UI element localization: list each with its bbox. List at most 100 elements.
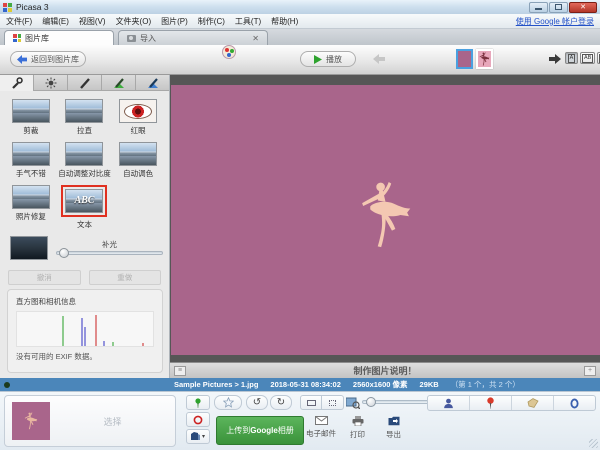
upload-label-prefix: 上传到 [226, 425, 250, 436]
nav-thumbnail-next[interactable] [476, 49, 493, 69]
status-bar: Sample Pictures > 1.jpg 2018-05-31 08:34… [0, 378, 600, 391]
close-button[interactable]: ✕ [569, 2, 597, 13]
histogram-plot [16, 311, 154, 347]
maximize-button[interactable] [549, 2, 568, 13]
palette-icon[interactable] [222, 45, 236, 59]
fill-light-row: 补光 [0, 230, 169, 260]
tool-auto-color[interactable]: 自动调色 [111, 142, 165, 179]
caption-bar[interactable]: ≡ 制作图片说明！ + [170, 362, 600, 378]
tab-effects[interactable] [68, 75, 102, 91]
ballerina-thumb-icon [479, 52, 490, 67]
tool-auto-color-label: 自动调色 [123, 168, 153, 179]
hold-button[interactable] [186, 395, 210, 410]
nav-thumbnail-strip [456, 49, 493, 69]
tab-library[interactable]: 图片库 [4, 30, 114, 45]
caption-placeholder[interactable]: 制作图片说明！ [190, 364, 580, 377]
menu-view[interactable]: 视图(V) [79, 16, 106, 27]
tray-thumbnail[interactable] [12, 402, 50, 440]
properties-button[interactable] [554, 396, 595, 410]
info-panel-buttons [427, 395, 596, 411]
histogram-spike [62, 316, 64, 346]
tool-straighten-label: 拉直 [77, 125, 92, 136]
tab-effects-green[interactable] [102, 75, 136, 91]
image-viewer: ≡ 制作图片说明！ + [170, 75, 600, 378]
next-image-arrow-icon[interactable] [548, 53, 562, 65]
fill-light-slider-knob[interactable] [59, 248, 69, 258]
undo-redo-row: 撤消 重做 [0, 260, 169, 285]
person-icon [443, 398, 454, 409]
text-tool-highlight-box: ABC [61, 185, 107, 217]
menu-edit[interactable]: 编辑(E) [42, 16, 69, 27]
back-button-label: 返回到图片库 [31, 54, 79, 65]
back-to-library-button[interactable]: 返回到图片库 [10, 51, 86, 67]
histogram-spike [81, 318, 83, 346]
info-icon [569, 398, 580, 409]
upload-google-photos-button[interactable]: 上传到 Google 相册 [216, 416, 304, 445]
redeye-thumbnail-icon [119, 99, 157, 123]
tab-library-label: 图片库 [25, 33, 49, 44]
upload-label-google: Google [250, 426, 278, 435]
tool-straighten[interactable]: 拉直 [58, 99, 112, 136]
dropdown-arrow-icon: ▾ [202, 433, 205, 440]
fill-light-label: 补光 [56, 239, 163, 250]
photo-canvas[interactable] [171, 85, 600, 355]
rotate-left-button[interactable]: ↺ [246, 395, 268, 410]
tab-import[interactable]: 导入 ✕ [118, 30, 268, 45]
minimize-button[interactable] [529, 2, 548, 13]
picasa-window: Picasa 3 ✕ 文件(F) 编辑(E) 视图(V) 文件夹(O) 图片(P… [0, 0, 600, 450]
rotate-right-button[interactable]: ↻ [270, 395, 292, 410]
tags-button[interactable] [512, 396, 554, 410]
fill-light-thumbnail-icon [10, 236, 48, 260]
menu-picture[interactable]: 图片(P) [161, 16, 188, 27]
tag-icon [527, 398, 539, 408]
print-button[interactable]: 打印 [350, 416, 365, 440]
view-side-by-side-button[interactable]: AB [580, 52, 595, 64]
crop-thumbnail-icon [12, 99, 50, 123]
play-button[interactable]: 播放 [300, 51, 356, 67]
resize-grip[interactable] [589, 439, 598, 448]
email-button[interactable]: 电子邮件 [306, 416, 336, 439]
star-button[interactable] [214, 395, 242, 410]
wrench-icon [11, 77, 23, 89]
tab-effects-blue[interactable] [136, 75, 169, 91]
nav-thumbnail-current[interactable] [456, 49, 473, 69]
export-button[interactable]: 导出 [386, 416, 401, 440]
zoom-slider[interactable] [362, 400, 430, 404]
text-thumbnail-icon: ABC [65, 189, 103, 213]
bottom-bar: 选择 ▾ ↺ ↻ [0, 391, 600, 450]
view-single-button[interactable]: A [565, 52, 578, 64]
tab-tuning[interactable] [34, 75, 68, 91]
undo-button[interactable]: 撤消 [8, 270, 81, 285]
zoom-slider-knob[interactable] [366, 397, 376, 407]
add-to-album-button[interactable]: ▾ [186, 429, 210, 444]
tool-auto-contrast[interactable]: 自动调整对比度 [58, 142, 112, 179]
tab-close-icon[interactable]: ✕ [252, 34, 259, 43]
menu-file[interactable]: 文件(F) [6, 16, 32, 27]
menu-folder[interactable]: 文件夹(O) [116, 16, 152, 27]
fit-view-button[interactable] [300, 395, 322, 410]
actual-size-button[interactable] [322, 395, 344, 410]
caption-add-icon[interactable]: + [584, 366, 596, 376]
google-signin-link[interactable]: 使用 Google 帐户登录 [516, 16, 594, 27]
histogram-spike [142, 343, 144, 346]
redo-button[interactable]: 重做 [89, 270, 162, 285]
menu-help[interactable]: 帮助(H) [271, 16, 298, 27]
tool-text[interactable]: ABC 文本 [58, 185, 112, 230]
people-button[interactable] [428, 396, 470, 410]
places-button[interactable] [470, 396, 512, 410]
tool-redeye[interactable]: 红眼 [111, 99, 165, 136]
tab-basic-fixes[interactable] [0, 75, 34, 91]
tool-im-feeling-lucky[interactable]: 手气不错 [4, 142, 58, 179]
menu-create[interactable]: 制作(C) [198, 16, 225, 27]
tray-ballerina-icon [24, 412, 38, 431]
clear-button[interactable] [186, 412, 210, 427]
tool-retouch[interactable]: 照片修复 [4, 185, 58, 230]
histogram-spike [103, 341, 105, 346]
green-pushpin-icon [194, 398, 202, 408]
fill-light-slider[interactable] [56, 251, 163, 255]
menu-tools[interactable]: 工具(T) [235, 16, 261, 27]
tool-crop[interactable]: 剪裁 [4, 99, 58, 136]
tab-import-label: 导入 [140, 33, 156, 44]
caption-style-icon[interactable]: ≡ [174, 366, 186, 376]
export-folder-icon [388, 416, 400, 426]
